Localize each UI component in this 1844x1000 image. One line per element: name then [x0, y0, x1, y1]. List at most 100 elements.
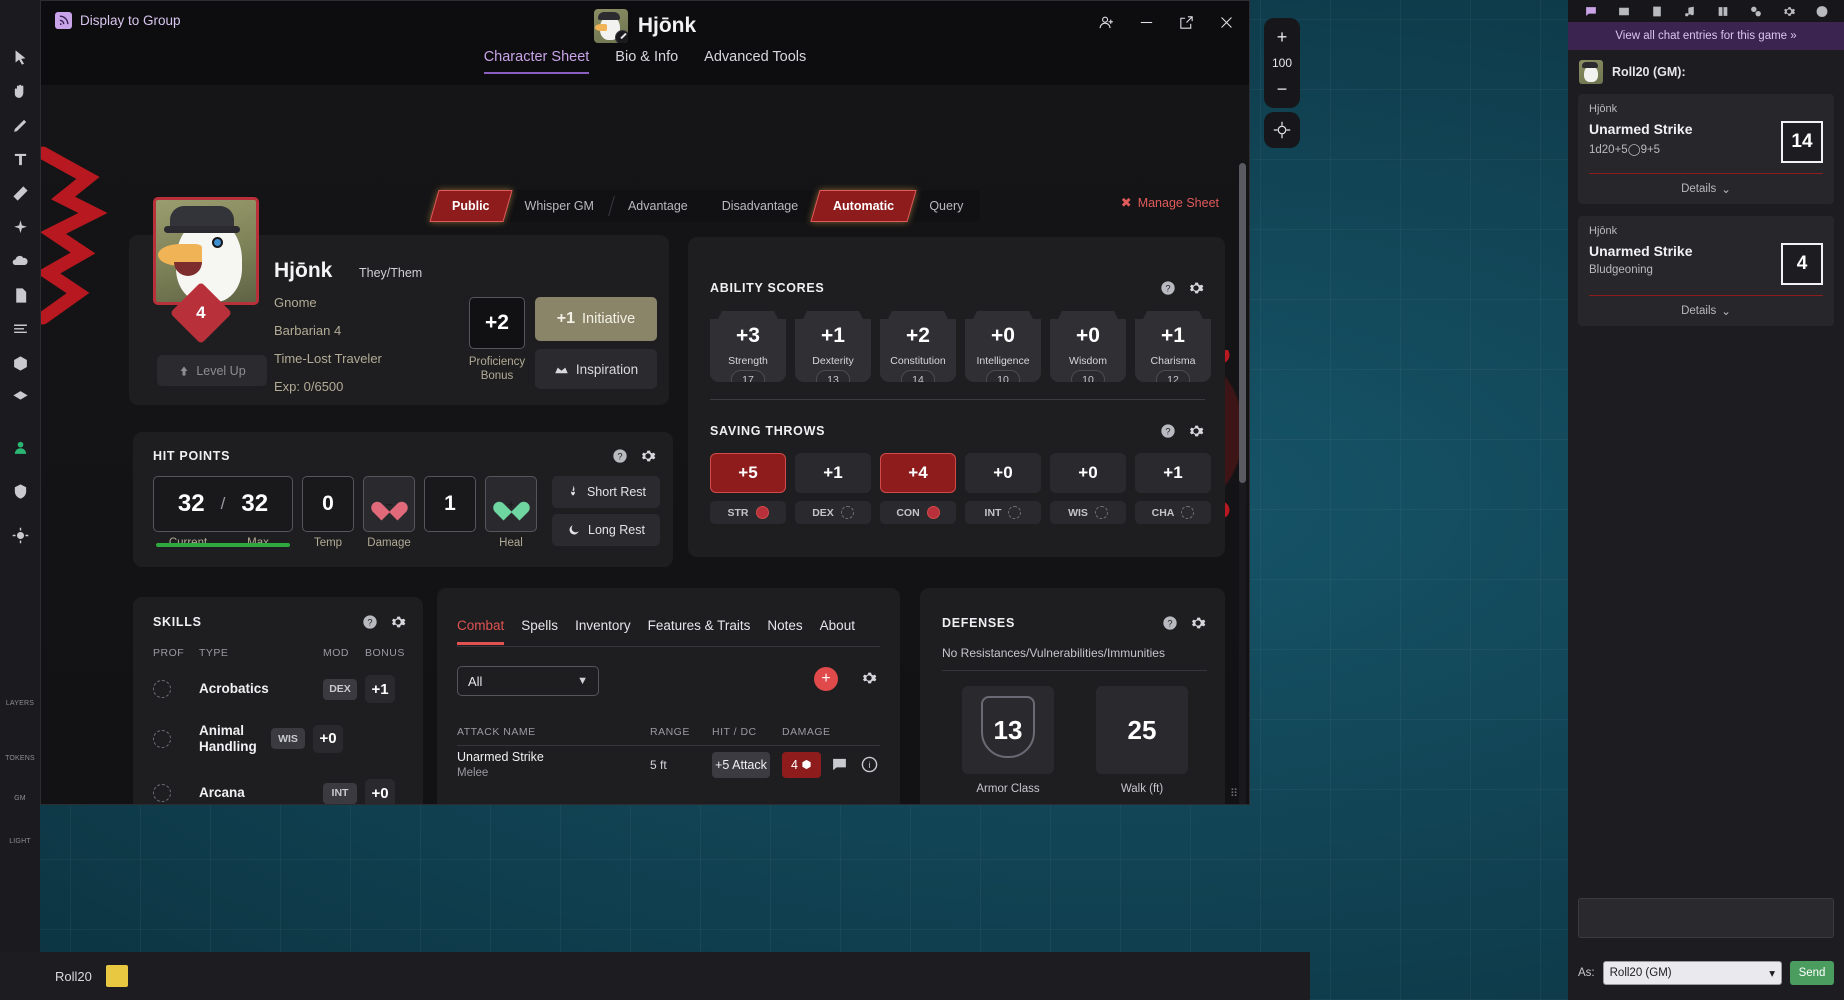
tab-features-traits[interactable]: Features & Traits	[648, 618, 751, 645]
defenses-panel-icons[interactable]: ?	[1160, 613, 1207, 632]
roll-mode-automatic[interactable]: Automatic	[810, 190, 917, 222]
ability-score[interactable]: 12	[1156, 370, 1190, 382]
saving-throw-dex[interactable]: +1 DEX	[795, 453, 871, 524]
draw-tool-icon[interactable]	[0, 108, 40, 142]
text-tool-icon[interactable]	[0, 142, 40, 176]
journal-icon[interactable]	[1648, 4, 1665, 19]
resize-handle[interactable]: ⠿	[1230, 787, 1244, 801]
help-icon[interactable]: ?	[360, 612, 379, 631]
character-avatar[interactable]	[593, 9, 628, 43]
collections-icon[interactable]	[1747, 4, 1764, 19]
hp-max-value[interactable]: 32	[241, 490, 268, 518]
saving-throw-str[interactable]: +5 STR	[710, 453, 786, 524]
select-tool-icon[interactable]	[0, 40, 40, 74]
sheet-scrollbar[interactable]	[1239, 163, 1246, 804]
saving-throw-value[interactable]: +0	[1050, 453, 1126, 493]
hp-current-value[interactable]: 32	[178, 490, 205, 518]
ability-strength[interactable]: +3 Strength 17	[710, 311, 786, 382]
roll-details-toggle[interactable]: Details ⌄	[1589, 296, 1823, 326]
saving-throw-wis[interactable]: +0 WIS	[1050, 453, 1126, 524]
gear-icon[interactable]	[388, 612, 407, 631]
tab-inventory[interactable]: Inventory	[575, 618, 631, 645]
measure-tool-icon[interactable]	[0, 176, 40, 210]
layers-tool-icon[interactable]	[0, 380, 40, 414]
ability-charisma[interactable]: +1 Charisma 12	[1135, 311, 1211, 382]
gm-tool-icon[interactable]	[0, 474, 40, 508]
gear-icon[interactable]	[1188, 613, 1207, 632]
zoom-out-button[interactable]: −	[1264, 76, 1300, 102]
page-tool-icon[interactable]	[0, 278, 40, 312]
info-icon[interactable]: i	[859, 754, 880, 776]
roll-mode-disadvantage[interactable]: Disadvantage	[705, 190, 815, 222]
attack-hit-button[interactable]: +5 Attack	[712, 751, 770, 778]
help-icon[interactable]: ?	[1160, 613, 1179, 632]
tab-advanced-tools[interactable]: Advanced Tools	[704, 49, 806, 74]
roll-result-card[interactable]: Hjōnk Unarmed Strike Bludgeoning 4 Detai…	[1578, 216, 1834, 326]
walk-speed-card[interactable]: 25 Walk (ft)	[1096, 686, 1188, 795]
proficiency-dot[interactable]	[153, 729, 171, 748]
zoom-in-button[interactable]: +	[1264, 24, 1300, 50]
saving-throw-int[interactable]: +0 INT	[965, 453, 1041, 524]
long-rest-button[interactable]: Long Rest	[552, 514, 660, 546]
skill-row-animal-handling[interactable]: Animal Handling WIS +0	[153, 723, 407, 754]
armor-class-card[interactable]: 13 Armor Class	[962, 686, 1054, 795]
proficiency-dot[interactable]	[1181, 506, 1195, 519]
help-icon[interactable]: ?	[1158, 421, 1177, 440]
gear-icon[interactable]	[1186, 278, 1205, 297]
hp-temp-value[interactable]: 0	[302, 476, 354, 532]
jukebox-icon[interactable]	[1681, 4, 1698, 19]
saving-throws-icons[interactable]: ?	[1158, 421, 1205, 440]
vtt-left-toolbar[interactable]: LAYERS TOKENS GM LIGHT	[0, 40, 40, 850]
send-button[interactable]: Send	[1790, 961, 1834, 985]
recenter-button[interactable]	[1264, 112, 1300, 148]
ability-intelligence[interactable]: +0 Intelligence 10	[965, 311, 1041, 382]
chat-icon[interactable]	[1582, 4, 1599, 19]
player-color-swatch[interactable]	[105, 965, 128, 987]
saving-throw-value[interactable]: +0	[965, 453, 1041, 493]
saving-throw-cha[interactable]: +1 CHA	[1135, 453, 1211, 524]
ability-dexterity[interactable]: +1 Dexterity 13	[795, 311, 871, 382]
chat-input[interactable]	[1578, 898, 1834, 938]
saving-throw-value[interactable]: +1	[1135, 453, 1211, 493]
ability-constitution[interactable]: +2 Constitution 14	[880, 311, 956, 382]
ability-score[interactable]: 10	[1071, 370, 1105, 382]
tab-about[interactable]: About	[820, 618, 855, 645]
roll-mode-whisper-gm[interactable]: Whisper GM	[508, 190, 611, 222]
skill-bonus[interactable]: +0	[365, 779, 395, 804]
gear-icon[interactable]	[638, 446, 657, 465]
zoom-level-value[interactable]: 100	[1272, 54, 1292, 72]
hit-points-panel-icons[interactable]: ?	[610, 446, 657, 465]
edit-avatar-icon[interactable]	[614, 30, 628, 43]
attack-damage-button[interactable]: 4	[782, 751, 822, 778]
skills-panel-icons[interactable]: ?	[360, 612, 407, 631]
scrollbar-thumb[interactable]	[1239, 163, 1246, 483]
sheet-tabs[interactable]: Character Sheet Bio & Info Advanced Tool…	[41, 49, 1249, 74]
roll-details-toggle[interactable]: Details ⌄	[1589, 174, 1823, 204]
damage-button[interactable]: −	[363, 476, 415, 532]
proficiency-dot[interactable]	[840, 506, 854, 519]
proficiency-dot[interactable]	[153, 784, 171, 802]
ability-score[interactable]: 10	[986, 370, 1020, 382]
ability-score[interactable]: 14	[901, 370, 935, 382]
roll-mode-public[interactable]: Public	[429, 190, 513, 222]
add-attack-button[interactable]: +	[814, 667, 838, 691]
level-up-button[interactable]: Level Up	[157, 355, 267, 386]
attack-row-unarmed-strike[interactable]: Unarmed Strike Melee 5 ft +5 Attack 4 i	[457, 750, 880, 779]
minimize-icon[interactable]	[1135, 11, 1157, 33]
roll-mode-advantage[interactable]: Advantage	[611, 190, 705, 222]
tab-combat[interactable]: Combat	[457, 618, 505, 645]
tab-bio-info[interactable]: Bio & Info	[615, 49, 678, 74]
gear-icon[interactable]	[859, 668, 878, 687]
hp-current-max-box[interactable]: 32 / 32	[153, 476, 293, 547]
tab-notes[interactable]: Notes	[767, 618, 802, 645]
skill-row-arcana[interactable]: Arcana INT +0	[153, 779, 407, 804]
saving-throw-value[interactable]: +5	[710, 453, 786, 493]
ability-panel-icons[interactable]: ?	[1158, 278, 1205, 297]
chat-banner[interactable]: View all chat entries for this game »	[1568, 22, 1844, 50]
window-controls[interactable]	[1095, 11, 1237, 33]
roll-mode-toolbar[interactable]: Public Whisper GM Advantage Disadvantage…	[429, 190, 981, 222]
light-tool-icon[interactable]	[0, 518, 40, 552]
manage-sheet-button[interactable]: ✖ Manage Sheet	[1121, 195, 1219, 211]
saving-throw-value[interactable]: +4	[880, 453, 956, 493]
hp-damage-amount[interactable]: 1	[424, 476, 476, 532]
